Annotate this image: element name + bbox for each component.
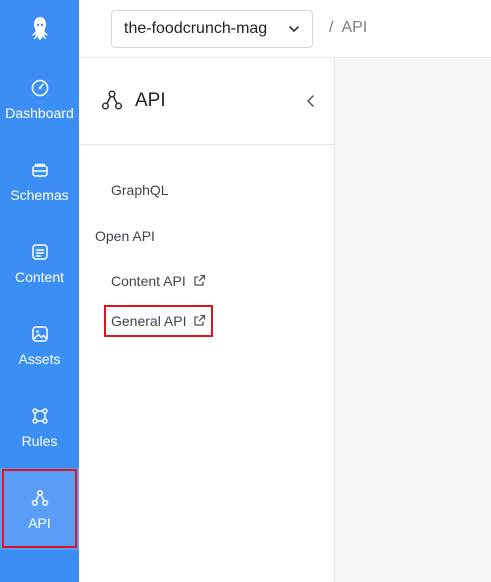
chevron-down-icon (289, 26, 299, 32)
external-link-icon (194, 314, 206, 326)
squidex-logo[interactable] (0, 0, 79, 58)
nav-graphql[interactable]: GraphQL (111, 182, 169, 198)
nav-label: GraphQL (111, 182, 169, 198)
nav-content-api[interactable]: Content API (111, 273, 206, 289)
api-panel: API GraphQL Open API Content API General… (79, 58, 335, 582)
app-select[interactable]: the-foodcrunch-mag (111, 10, 313, 48)
rail-item-assets[interactable]: Assets (0, 304, 79, 386)
assets-image-icon (29, 323, 51, 345)
rail-item-schemas[interactable]: Schemas (0, 140, 79, 222)
rail-item-api[interactable]: API (0, 468, 79, 550)
breadcrumb: / API (329, 19, 368, 36)
content-icon (29, 241, 51, 263)
main-content-area (335, 58, 491, 582)
api-nodes-icon (101, 90, 123, 110)
rail-item-label: API (28, 515, 51, 531)
app-select-value: the-foodcrunch-mag (124, 20, 268, 37)
rail-item-label: Content (14, 269, 65, 285)
rail-item-content[interactable]: Content (0, 222, 79, 304)
nav-group-open-api: Open API (95, 228, 155, 244)
rules-icon (29, 405, 51, 427)
nav-label: Open API (95, 228, 155, 244)
squid-logo-icon (31, 17, 48, 40)
main-sidebar: Dashboard Schemas Content Assets Rules A… (0, 0, 79, 582)
panel-header: API (79, 58, 334, 145)
rail-item-label: Rules (21, 433, 58, 449)
rail-item-dashboard[interactable]: Dashboard (0, 58, 79, 140)
schemas-icon (29, 159, 51, 181)
external-link-icon (193, 274, 205, 286)
rail-item-label: Schemas (10, 187, 69, 203)
collapse-chevron-left-icon[interactable] (304, 93, 318, 109)
rail-item-rules[interactable]: Rules (0, 386, 79, 468)
api-nodes-icon (29, 487, 51, 509)
nav-label: Content API (111, 273, 186, 289)
dashboard-gauge-icon (29, 77, 51, 99)
nav-label: General API (111, 313, 187, 329)
panel-title: API (135, 90, 166, 111)
rail-item-label: Assets (18, 351, 61, 367)
rail-item-label: Dashboard (5, 105, 74, 121)
top-header: the-foodcrunch-mag / API (79, 0, 491, 58)
nav-general-api[interactable]: General API (111, 313, 206, 329)
